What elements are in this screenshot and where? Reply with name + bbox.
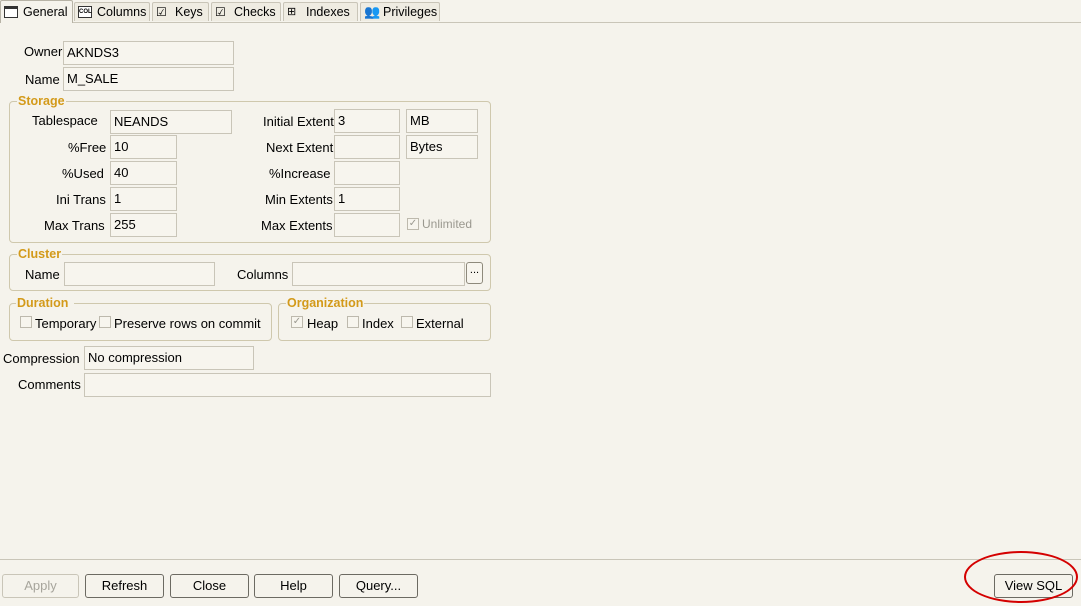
checks-icon: ☑: [215, 5, 226, 19]
storage-title: Storage: [17, 94, 66, 108]
min-extents-label: Min Extents: [265, 192, 333, 207]
compression-label: Compression: [3, 351, 80, 366]
heap-checkbox[interactable]: ✓: [291, 316, 303, 328]
privileges-icon: 👥: [364, 4, 381, 19]
external-label: External: [416, 316, 464, 331]
min-extents-field[interactable]: 1: [334, 187, 400, 211]
unlimited-label: Unlimited: [422, 217, 473, 231]
apply-button[interactable]: Apply: [2, 574, 79, 598]
max-trans-label: Max Trans: [44, 218, 105, 233]
index-label: Index: [362, 316, 394, 331]
preserve-rows-checkbox[interactable]: [99, 316, 111, 328]
used-label: %Used: [62, 166, 104, 181]
heap-label: Heap: [307, 316, 339, 331]
close-button[interactable]: Close: [170, 574, 249, 598]
next-extent-unit-select[interactable]: Bytes: [406, 135, 478, 159]
tab-checks[interactable]: ☑ Checks: [211, 2, 281, 21]
query-button[interactable]: Query...: [339, 574, 418, 598]
tab-general[interactable]: General: [0, 0, 73, 23]
compression-select[interactable]: No compression: [84, 346, 254, 370]
cluster-title: Cluster: [17, 247, 63, 261]
owner-label: Owner: [24, 44, 63, 59]
owner-field[interactable]: AKNDS3: [63, 41, 234, 65]
keys-icon: ☑: [156, 5, 167, 19]
tab-label: Keys: [175, 5, 203, 19]
tab-columns[interactable]: COL Columns: [74, 2, 150, 21]
cluster-columns-field[interactable]: [292, 262, 465, 286]
tab-indexes[interactable]: ⊞ Indexes: [283, 2, 358, 21]
index-checkbox[interactable]: [347, 316, 359, 328]
max-extents-field[interactable]: [334, 213, 400, 237]
temporary-label: Temporary: [35, 316, 97, 331]
tablespace-field[interactable]: NEANDS: [110, 110, 232, 134]
preserve-rows-label: Preserve rows on commit: [114, 316, 261, 331]
increase-field[interactable]: [334, 161, 400, 185]
tab-label: Checks: [234, 5, 276, 19]
refresh-button[interactable]: Refresh: [85, 574, 164, 598]
general-icon: [4, 6, 18, 18]
tablespace-label: Tablespace: [32, 113, 98, 128]
cluster-columns-label: Columns: [237, 267, 289, 282]
used-field[interactable]: 40: [110, 161, 177, 185]
name-label: Name: [25, 72, 60, 87]
free-field[interactable]: 10: [110, 135, 177, 159]
tab-keys[interactable]: ☑ Keys: [152, 2, 209, 21]
organization-title: Organization: [286, 296, 364, 310]
tab-label: General: [23, 5, 68, 19]
external-checkbox[interactable]: [401, 316, 413, 328]
tab-label: Privileges: [383, 5, 438, 19]
duration-title: Duration: [16, 296, 74, 310]
initial-extent-unit-select[interactable]: MB: [406, 109, 478, 133]
annotation-circle: [964, 551, 1078, 603]
columns-icon: COL: [78, 6, 92, 18]
cluster-columns-browse-button[interactable]: ...: [466, 262, 483, 284]
cluster-name-field[interactable]: [64, 262, 215, 286]
ini-trans-field[interactable]: 1: [110, 187, 177, 211]
help-button[interactable]: Help: [254, 574, 333, 598]
tab-privileges[interactable]: 👥 Privileges: [360, 2, 440, 21]
comments-label: Comments: [18, 377, 81, 392]
temporary-checkbox[interactable]: [20, 316, 32, 328]
next-extent-field[interactable]: [334, 135, 400, 159]
next-extent-label: Next Extent: [266, 140, 334, 155]
tab-label: Columns: [97, 5, 147, 19]
unlimited-checkbox[interactable]: ✓: [407, 218, 419, 230]
free-label: %Free: [68, 140, 107, 155]
initial-extent-field[interactable]: 3: [334, 109, 400, 133]
cluster-name-label: Name: [25, 267, 60, 282]
comments-field[interactable]: [84, 373, 491, 397]
max-extents-label: Max Extents: [261, 218, 333, 233]
name-field[interactable]: M_SALE: [63, 67, 234, 91]
initial-extent-label: Initial Extent: [263, 114, 334, 129]
max-trans-field[interactable]: 255: [110, 213, 177, 237]
indexes-icon: ⊞: [287, 6, 297, 18]
tab-label: Indexes: [306, 5, 350, 19]
tab-bar: General COL Columns ☑ Keys ☑ Checks ⊞ In…: [0, 0, 1081, 23]
increase-label: %Increase: [269, 166, 331, 181]
ini-trans-label: Ini Trans: [56, 192, 106, 207]
